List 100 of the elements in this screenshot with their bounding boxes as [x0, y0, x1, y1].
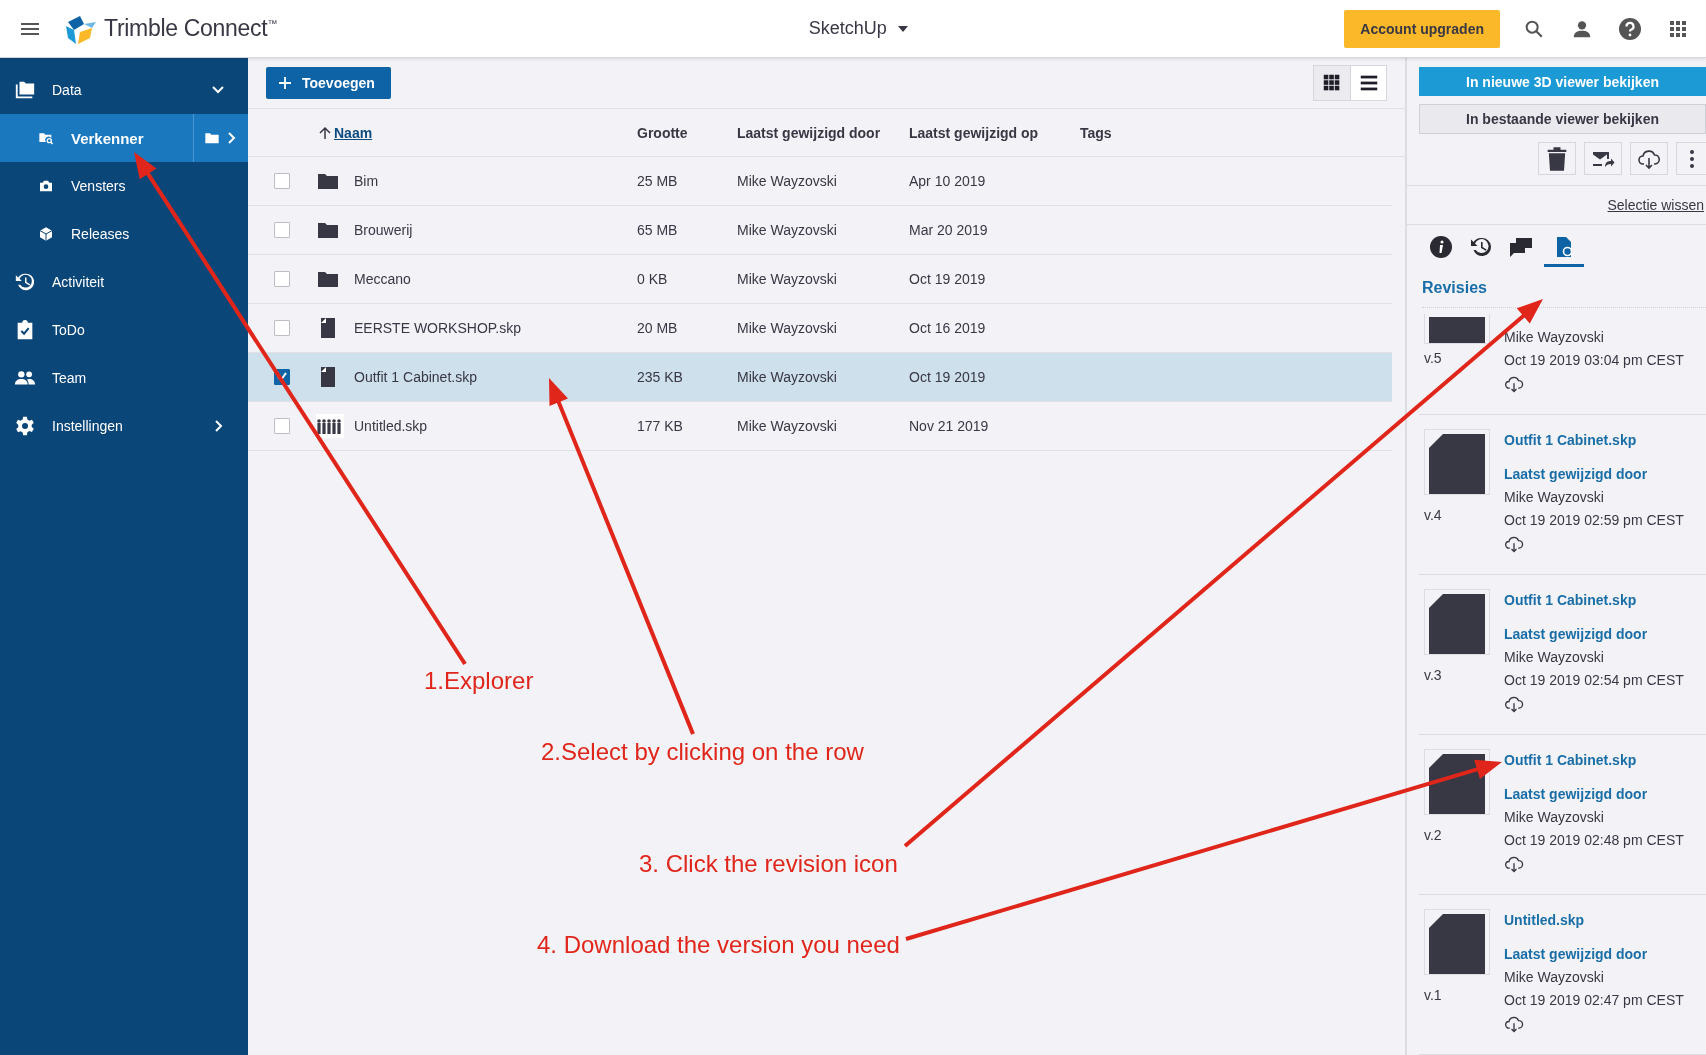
clear-selection-link[interactable]: Selectie wissen	[1607, 197, 1704, 214]
file-thumbnail	[1424, 749, 1490, 815]
file-thumbnail	[1424, 589, 1490, 655]
sidebar-item[interactable]: Instellingen	[0, 402, 248, 450]
table-cell-text: EERSTE WORKSHOP.skp	[354, 320, 522, 336]
table-cell-text: Mike Wayzovski	[737, 173, 838, 189]
table-cell-text: 65 MB	[637, 222, 679, 238]
sort-arrow-icon	[318, 125, 332, 140]
table-cell-text: Outfit 1 Cabinet.skp	[354, 369, 478, 385]
history-icon	[14, 271, 36, 293]
annotation-label: 1.Explorer	[424, 667, 534, 695]
info-icon	[1429, 235, 1453, 259]
sidebar-item[interactable]: Vensters	[0, 162, 248, 210]
app-title: Trimble Connect$^{™}$	[104, 15, 278, 42]
delete-button[interactable]	[1538, 142, 1576, 176]
sidebar-item[interactable]: Data	[0, 66, 248, 114]
project-dropdown[interactable]: SketchUp	[802, 14, 915, 43]
plus-icon	[278, 76, 292, 90]
file-thumbnail	[1424, 314, 1490, 344]
sidebar-item[interactable]: Team	[0, 354, 248, 402]
table-cell-text: Mike Wayzovski	[737, 222, 838, 238]
file-link[interactable]: Outfit 1 Cabinet.skp	[1504, 589, 1637, 612]
cloud-download-icon	[1504, 374, 1524, 394]
more-button[interactable]	[1676, 142, 1706, 176]
table-cell-text: Mike Wayzovski	[737, 320, 838, 336]
revision-date: Oct 19 2019 02:54 pm CEST	[1504, 671, 1684, 690]
table-cell-text: Oct 16 2019	[909, 320, 987, 336]
download-button[interactable]	[1504, 534, 1524, 554]
author-name: Mike Wayzovski	[1504, 328, 1604, 347]
table-cell-text: Meccano	[354, 271, 412, 287]
field-label: Laatst gewijzigd door	[1504, 785, 1648, 804]
column-header[interactable]: Tags	[1080, 124, 1405, 141]
settings-icon	[14, 415, 36, 437]
file-thumbnail	[1424, 909, 1490, 975]
list-view-button[interactable]	[1350, 66, 1386, 100]
panel-tab[interactable]	[1544, 235, 1584, 267]
download-button[interactable]	[1630, 142, 1668, 176]
annotation-label: 2.Select by clicking on the row	[541, 738, 864, 766]
upgrade-button[interactable]: Account upgraden	[1344, 9, 1500, 48]
author-name: Mike Wayzovski	[1504, 488, 1604, 507]
caret-icon	[896, 24, 909, 33]
download-button[interactable]	[1504, 1014, 1524, 1034]
table-cell-text: 0 KB	[637, 271, 669, 287]
table-cell-text: 235 KB	[637, 369, 684, 385]
download-button[interactable]	[1504, 854, 1524, 874]
file-link[interactable]: Untitled.skp	[1504, 909, 1585, 932]
table-cell-text: Mike Wayzovski	[737, 369, 838, 385]
table-cell-text: Apr 10 2019	[909, 173, 987, 189]
folder-icon	[203, 130, 220, 146]
open-viewer-button[interactable]: In bestaande viewer bekijken	[1419, 104, 1706, 135]
author-name: Mike Wayzovski	[1504, 648, 1604, 667]
add-button[interactable]: Toevoegen	[266, 67, 391, 99]
checkbox[interactable]	[274, 271, 290, 287]
checkbox[interactable]	[274, 418, 290, 434]
sidebar-item[interactable]: ToDo	[0, 306, 248, 354]
checkbox[interactable]	[274, 320, 290, 336]
table-row[interactable]: Meccano 0 KB Mike Wayzovski Oct 19 2019	[248, 255, 1392, 304]
download-button[interactable]	[1504, 694, 1524, 714]
checkbox[interactable]	[274, 173, 290, 189]
table-cell-text: Untitled.skp	[354, 418, 429, 434]
column-header[interactable]: Laatst gewijzigd door	[737, 124, 909, 141]
table-row[interactable]: Brouwerij 65 MB Mike Wayzovski Mar 20 2019	[248, 206, 1392, 255]
annotation-label: 4. Download the version you need	[537, 931, 900, 959]
chat-icon	[1509, 235, 1533, 259]
cloud-download-icon	[1504, 534, 1524, 554]
table-cell-text: Oct 19 2019	[909, 369, 987, 385]
file-link[interactable]: Outfit 1 Cabinet.skp	[1504, 749, 1637, 772]
box-icon	[38, 226, 54, 242]
camera-icon	[38, 178, 54, 194]
sidebar-item[interactable]: Verkenner	[0, 114, 248, 162]
annotation-label: 3. Click the revision icon	[639, 850, 898, 878]
table-cell-text: Oct 19 2019	[909, 271, 987, 287]
checkbox[interactable]	[274, 222, 290, 238]
version-label: v.1	[1424, 987, 1443, 1003]
folders-icon	[14, 79, 36, 101]
table-cell-text: 177 KB	[637, 418, 684, 434]
revision-date: Oct 19 2019 03:04 pm CEST	[1504, 351, 1684, 370]
help-icon	[1618, 16, 1642, 41]
more-icon	[1689, 149, 1694, 168]
version-label: v.5	[1424, 350, 1443, 366]
table-cell-text: 20 MB	[637, 320, 679, 336]
folder-search-icon	[38, 130, 54, 146]
version-label: v.4	[1424, 507, 1443, 523]
revision-date: Oct 19 2019 02:59 pm CEST	[1504, 511, 1684, 530]
table-cell-text: 25 MB	[637, 173, 679, 189]
figures-icon	[316, 414, 344, 438]
column-header[interactable]: Laatst gewijzigd op	[909, 124, 1080, 141]
column-header[interactable]: Naam	[334, 124, 373, 141]
revision-date: Oct 19 2019 02:48 pm CEST	[1504, 831, 1684, 850]
grid-view-button[interactable]	[1314, 66, 1350, 100]
file-link[interactable]: Outfit 1 Cabinet.skp	[1504, 429, 1637, 452]
column-header[interactable]: Grootte	[637, 124, 737, 141]
table-row[interactable]: Bim 25 MB Mike Wayzovski Apr 10 2019	[248, 157, 1392, 206]
sidebar-item[interactable]: Activiteit	[0, 258, 248, 306]
download-button[interactable]	[1504, 374, 1524, 394]
table-row[interactable]: Outfit 1 Cabinet.skp 235 KB Mike Wayzovski Oct 19 2019	[248, 353, 1392, 402]
history-icon	[1469, 235, 1493, 259]
share-button[interactable]	[1584, 142, 1622, 176]
version-label: v.3	[1424, 667, 1443, 683]
sidebar-item[interactable]: Releases	[0, 210, 248, 258]
